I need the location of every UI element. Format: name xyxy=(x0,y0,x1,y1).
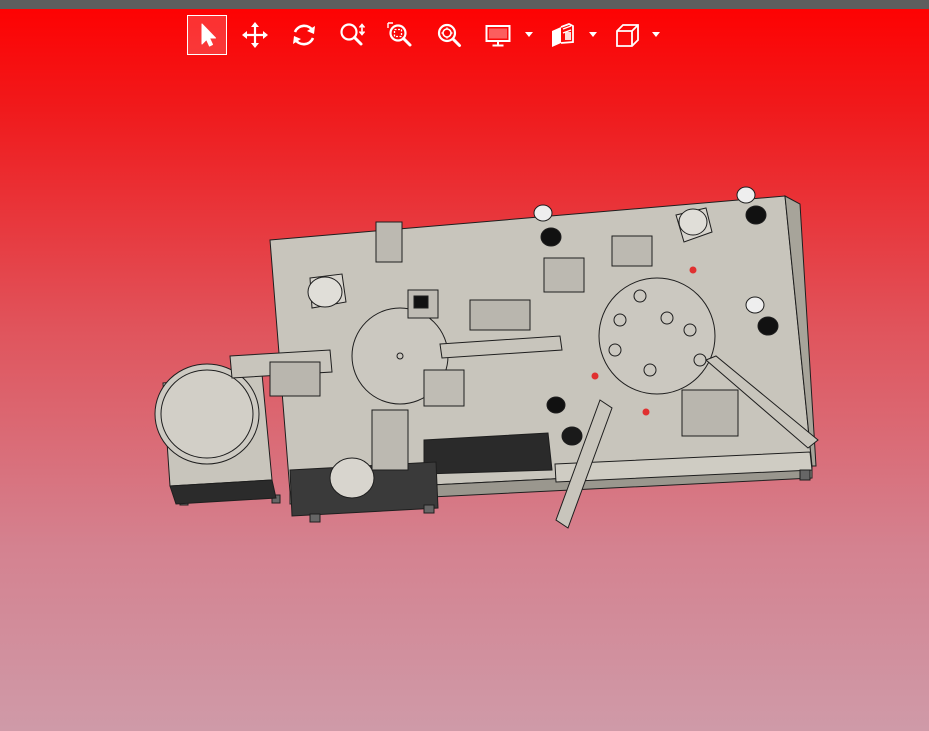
right-rotary-table xyxy=(598,277,716,395)
assembly-machine-3d-model[interactable] xyxy=(0,9,929,731)
window-title-bar xyxy=(0,0,929,9)
3d-viewport[interactable] xyxy=(0,9,929,731)
